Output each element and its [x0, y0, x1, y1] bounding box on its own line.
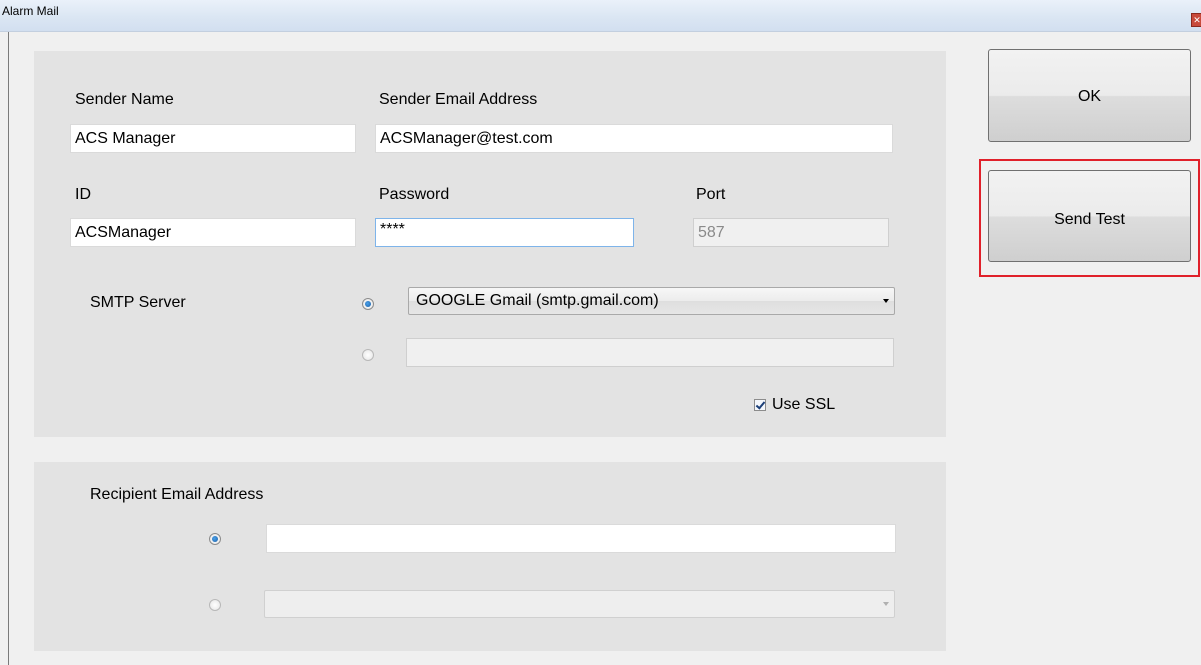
title-bar: Alarm Mail ✕: [0, 0, 1201, 32]
port-input: 587: [693, 218, 889, 247]
use-ssl-checkbox[interactable]: [754, 399, 766, 411]
send-test-button-label: Send Test: [1054, 211, 1125, 228]
ok-button-label: OK: [1077, 88, 1102, 105]
password-input[interactable]: ****: [375, 218, 634, 247]
sender-email-label: Sender Email Address: [379, 91, 538, 108]
sender-email-input[interactable]: ACSManager@test.com: [375, 124, 893, 153]
use-ssl-label: Use SSL: [772, 396, 836, 413]
window-left-border: [8, 32, 9, 665]
recipient-manual-radio[interactable]: [209, 533, 221, 545]
port-label: Port: [696, 186, 726, 203]
id-label: ID: [75, 186, 91, 203]
smtp-custom-input: [406, 338, 894, 367]
chevron-down-icon: [883, 602, 889, 606]
close-icon[interactable]: ✕: [1191, 13, 1201, 27]
sender-name-input[interactable]: ACS Manager: [70, 124, 356, 153]
recipient-list-radio[interactable]: [209, 599, 221, 611]
password-label: Password: [379, 186, 450, 203]
id-input[interactable]: ACSManager: [70, 218, 356, 247]
window-title: Alarm Mail: [2, 4, 59, 18]
ok-button[interactable]: OK: [988, 49, 1191, 142]
smtp-custom-radio[interactable]: [362, 349, 374, 361]
chevron-down-icon: [883, 299, 889, 303]
recipient-email-label: Recipient Email Address: [90, 486, 264, 503]
send-test-button[interactable]: Send Test: [988, 170, 1191, 262]
recipient-email-input[interactable]: [266, 524, 896, 553]
sender-name-label: Sender Name: [75, 91, 174, 108]
smtp-server-dropdown[interactable]: GOOGLE Gmail (smtp.gmail.com): [408, 287, 895, 315]
smtp-server-label: SMTP Server: [90, 294, 186, 311]
smtp-preset-radio[interactable]: [362, 298, 374, 310]
smtp-server-dropdown-value: GOOGLE Gmail (smtp.gmail.com): [416, 292, 659, 309]
recipient-list-dropdown: [264, 590, 895, 618]
